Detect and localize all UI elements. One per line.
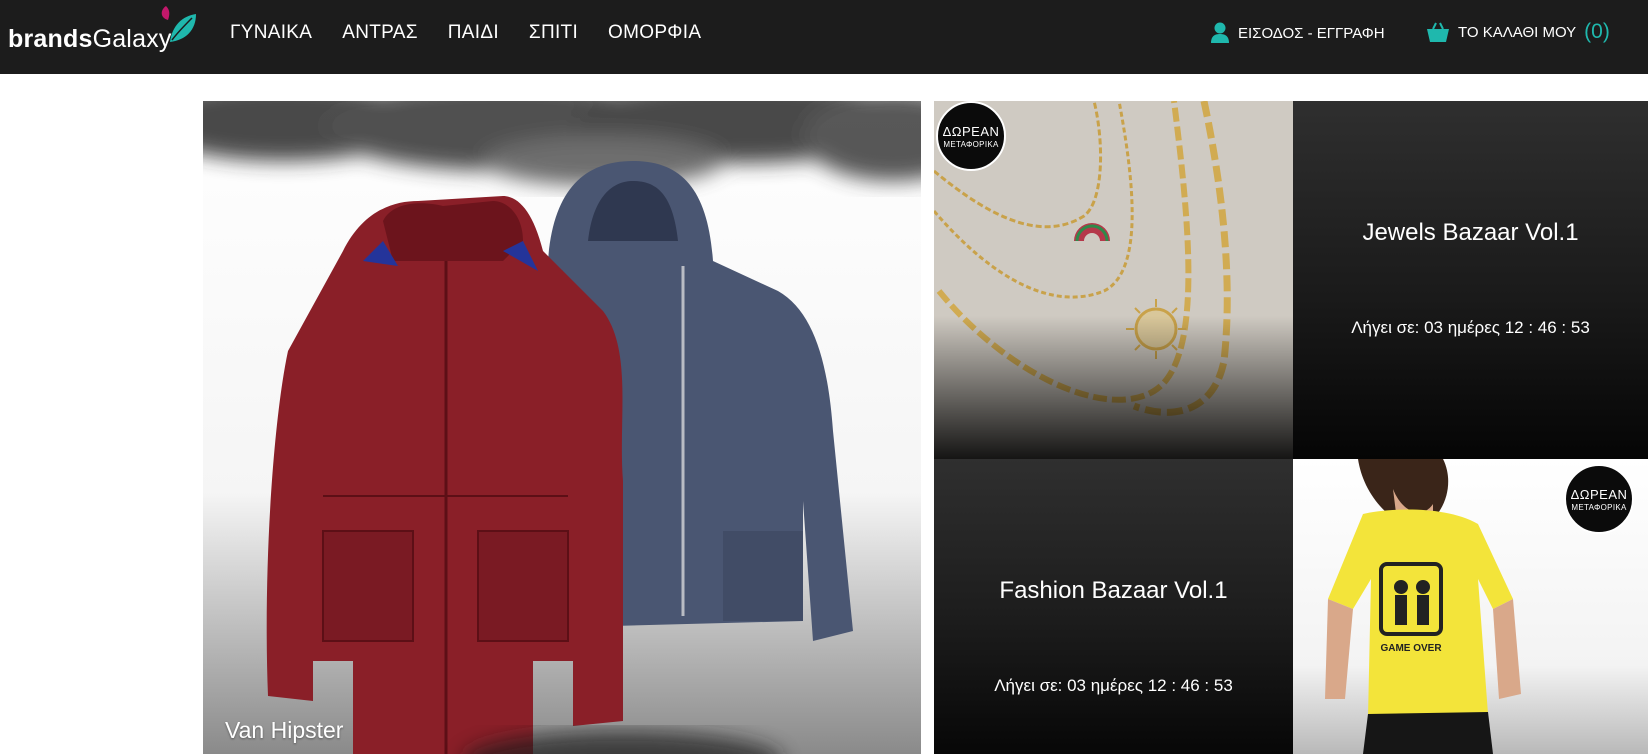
basket-icon	[1427, 22, 1449, 42]
login-register-link[interactable]: ΕΙΣΟΔΟΣ - ΕΓΓΡΑΦΗ	[1210, 22, 1385, 44]
tshirt-print-text: GAME OVER	[1380, 643, 1442, 654]
nav-item-men[interactable]: ΑΝΤΡΑΣ	[342, 22, 417, 44]
top-header: brandsGalaxy ΓΥΝΑΙΚΑ ΑΝΤΡΑΣ ΠΑΙΔΙ ΣΠΙΤΙ …	[0, 0, 1648, 74]
free-shipping-badge-line2: ΜΕΤΑΦΟΡΙΚΑ	[943, 139, 999, 149]
free-shipping-badge: ΔΩΡΕΑΝ ΜΕΤΑΦΟΡΙΚΑ	[936, 101, 1006, 171]
nav-item-beauty[interactable]: ΟΜΟΡΦΙΑ	[608, 22, 701, 44]
fashion-bazaar-countdown: Λήγει σε: 03 ημέρες 12 : 46 : 53	[994, 676, 1233, 695]
jewels-bazaar-countdown: Λήγει σε: 03 ημέρες 12 : 46 : 53	[1351, 318, 1590, 337]
nav-item-home[interactable]: ΣΠΙΤΙ	[529, 22, 578, 44]
leaf-icon	[161, 6, 196, 42]
nav-item-kids[interactable]: ΠΑΙΔΙ	[448, 22, 499, 44]
free-shipping-badge-line1: ΔΩΡΕΑΝ	[1570, 486, 1628, 502]
cart-link[interactable]: ΤΟ ΚΑΛΑΘΙ ΜΟΥ (0)	[1426, 20, 1610, 44]
main-nav: ΓΥΝΑΙΚΑ ΑΝΤΡΑΣ ΠΑΙΔΙ ΣΠΙΤΙ ΟΜΟΡΦΙΑ	[230, 22, 701, 44]
cart-label: ΤΟ ΚΑΛΑΘΙ ΜΟΥ	[1458, 23, 1577, 41]
logo-text-bold: brands	[8, 25, 93, 53]
brand-logo[interactable]: brandsGalaxy	[8, 6, 196, 52]
user-icon	[1211, 22, 1229, 43]
jewels-bazaar-info-tile[interactable]: Jewels Bazaar Vol.1 Λήγει σε: 03 ημέρες …	[1293, 101, 1648, 459]
fashion-bazaar-info-tile[interactable]: Fashion Bazaar Vol.1 Λήγει σε: 03 ημέρες…	[934, 459, 1293, 754]
free-shipping-badge: ΔΩΡΕΑΝ ΜΕΤΑΦΟΡΙΚΑ	[1564, 464, 1634, 534]
cart-count: (0)	[1584, 20, 1610, 43]
login-register-label: ΕΙΣΟΔΟΣ - ΕΓΓΡΑΦΗ	[1238, 24, 1385, 42]
jewels-bazaar-image-tile[interactable]: ΔΩΡΕΑΝ ΜΕΤΑΦΟΡΙΚΑ	[934, 101, 1293, 459]
free-shipping-badge-line1: ΔΩΡΕΑΝ	[942, 123, 1000, 139]
free-shipping-badge-line2: ΜΕΤΑΦΟΡΙΚΑ	[1571, 502, 1627, 512]
jewels-bazaar-title: Jewels Bazaar Vol.1	[1362, 219, 1579, 246]
hero-product-image	[203, 101, 921, 754]
nav-item-women[interactable]: ΓΥΝΑΙΚΑ	[230, 22, 312, 44]
logo-text: brandsGalaxy	[8, 27, 172, 52]
hero-tile-label: Van Hipster	[225, 717, 344, 743]
hero-tile-van-hipster[interactable]: Van Hipster	[203, 101, 921, 754]
fashion-bazaar-title: Fashion Bazaar Vol.1	[999, 577, 1228, 604]
fashion-bazaar-image-tile[interactable]: GAME OVER ΔΩΡΕΑΝ ΜΕΤΑΦΟΡΙΚΑ	[1293, 459, 1648, 754]
